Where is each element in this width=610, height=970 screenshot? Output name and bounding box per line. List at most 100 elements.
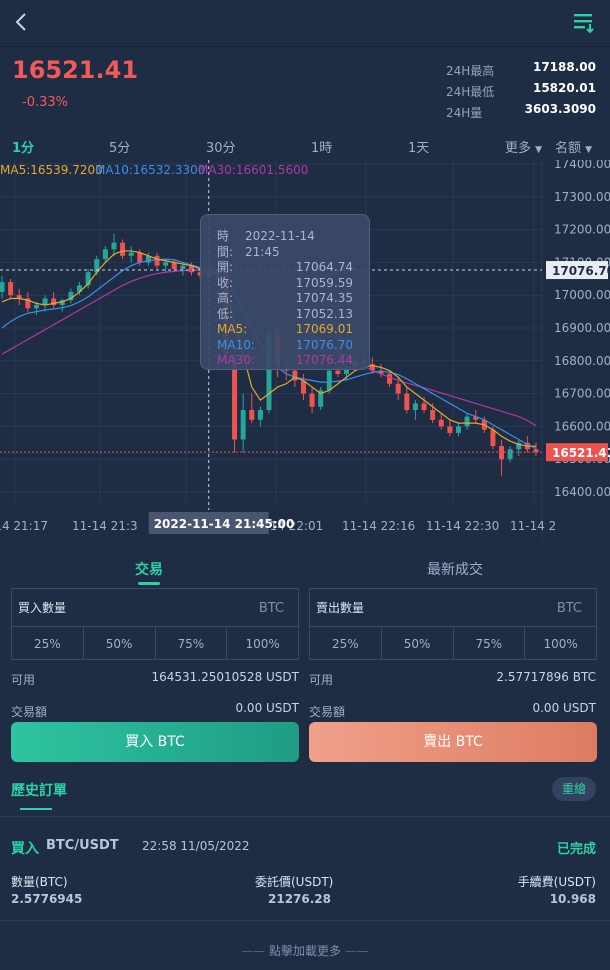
timeframe-5m[interactable]: 5分 bbox=[109, 137, 130, 156]
chevron-left-icon[interactable] bbox=[10, 10, 34, 34]
candle-body bbox=[102, 249, 108, 260]
tooltip-row: 開: 17064.74 bbox=[217, 260, 353, 276]
timeframe-1h[interactable]: 1時 bbox=[311, 137, 332, 156]
tooltip-key: 開: bbox=[217, 260, 234, 274]
last-price-label: 16521.41 bbox=[552, 446, 610, 460]
candle-body bbox=[257, 410, 263, 420]
timeframe-30m[interactable]: 30分 bbox=[206, 137, 236, 156]
caret-down-icon: ▼ bbox=[585, 145, 593, 155]
candle-body bbox=[404, 393, 410, 410]
candle-body bbox=[464, 416, 470, 427]
tab-trade-indicator bbox=[138, 582, 160, 585]
order-history-indicator bbox=[20, 808, 52, 810]
candle-body bbox=[395, 383, 401, 394]
candle-body bbox=[240, 410, 246, 440]
candle-body bbox=[326, 370, 332, 391]
candle-body bbox=[249, 410, 255, 420]
tooltip-key: 時間: bbox=[217, 229, 234, 259]
candle-body bbox=[171, 262, 177, 269]
order-history-title[interactable]: 歷史訂單 bbox=[11, 780, 67, 800]
tooltip-value: 17076.44 bbox=[295, 353, 353, 367]
sell-btc-button[interactable]: 賣出 BTC bbox=[309, 722, 597, 762]
candle-body bbox=[163, 262, 169, 266]
stat-label-low: 24H最低 bbox=[446, 85, 495, 99]
candle-body bbox=[8, 282, 14, 296]
candle-body bbox=[335, 370, 341, 374]
sell-percent-row: 25% 50% 75% 100% bbox=[310, 626, 596, 660]
y-tick-label: 16400.00 bbox=[554, 485, 610, 499]
candle-body bbox=[111, 242, 117, 250]
name-dropdown[interactable]: 名额 ▼ bbox=[555, 137, 592, 156]
candle-body bbox=[309, 393, 315, 407]
sell-amount-label: 交易額 bbox=[309, 705, 346, 719]
tooltip-row: MA10: 17076.70 bbox=[217, 338, 353, 354]
tooltip-value: 17074.35 bbox=[295, 291, 353, 305]
buy-available-label: 可用 bbox=[11, 673, 36, 687]
candle-body bbox=[137, 252, 143, 263]
tooltip-row: MA5: 17069.01 bbox=[217, 322, 353, 338]
buy-quantity-label: 買入數量 bbox=[18, 601, 67, 615]
candle-body bbox=[387, 373, 393, 384]
tooltip-key: 高: bbox=[217, 291, 234, 305]
tab-latest-trades[interactable]: 最新成交 bbox=[427, 559, 483, 579]
y-tick-label: 16700.00 bbox=[554, 387, 610, 401]
tooltip-value: 17069.01 bbox=[295, 322, 353, 336]
tooltip-key: 低: bbox=[217, 306, 234, 321]
candle-body bbox=[120, 242, 126, 256]
buy-btc-button[interactable]: 買入 BTC bbox=[11, 722, 299, 762]
tooltip-key: 收: bbox=[217, 275, 234, 290]
order-status: 已完成 bbox=[556, 842, 596, 857]
tooltip-row: 收: 17059.59 bbox=[217, 276, 353, 292]
dash-right: —— bbox=[344, 944, 369, 958]
candle-body bbox=[455, 426, 461, 433]
stat-label-volume: 24H量 bbox=[446, 106, 483, 120]
order-time: 22:58 11/05/2022 bbox=[142, 839, 250, 853]
buy-pct-100[interactable]: 100% bbox=[227, 627, 298, 660]
timeframe-1d[interactable]: 1天 bbox=[408, 137, 429, 156]
dash-left: —— bbox=[241, 944, 266, 958]
order-divider bbox=[0, 920, 610, 921]
header-divider bbox=[0, 46, 610, 47]
candle-body bbox=[430, 410, 436, 420]
sell-unit: BTC bbox=[556, 601, 582, 616]
more-dropdown[interactable]: 更多 ▼ bbox=[505, 137, 542, 156]
timeframe-1m[interactable]: 1分 bbox=[12, 137, 34, 156]
load-more-label: 點擊加載更多 bbox=[268, 944, 341, 958]
candle-body bbox=[507, 449, 513, 460]
sell-amount-value: 0.00 USDT bbox=[532, 701, 596, 715]
order-side: 買入 bbox=[11, 841, 39, 857]
sell-pct-75[interactable]: 75% bbox=[454, 627, 526, 660]
candle-body bbox=[412, 403, 418, 410]
tooltip-row: MA30: 17076.44 bbox=[217, 353, 353, 369]
x-tick-label: 11-14 21:3 bbox=[72, 519, 138, 533]
tooltip-value: 17059.59 bbox=[295, 275, 353, 290]
tooltip-value: 17064.74 bbox=[295, 260, 353, 274]
tab-trade[interactable]: 交易 bbox=[135, 559, 163, 579]
crosshair-price-label: 17076.70 bbox=[552, 264, 610, 278]
y-tick-label: 17400.00 bbox=[554, 160, 610, 171]
buy-percent-row: 25% 50% 75% 100% bbox=[12, 626, 298, 660]
candle-body bbox=[438, 419, 444, 427]
candle-body bbox=[447, 426, 453, 433]
x-tick-label: 11-14 2 bbox=[510, 519, 556, 533]
tooltip-row: 時間: 2022-11-14 21:45 bbox=[217, 229, 353, 260]
order-qty-label: 數量(BTC) bbox=[11, 875, 68, 889]
sell-pct-50[interactable]: 50% bbox=[382, 627, 454, 660]
candle-body bbox=[490, 429, 496, 447]
name-label: 名额 bbox=[555, 141, 582, 156]
sell-pct-25[interactable]: 25% bbox=[310, 627, 382, 660]
buy-pct-25[interactable]: 25% bbox=[12, 627, 84, 660]
load-more-button[interactable]: —— 點擊加載更多 —— bbox=[0, 942, 610, 959]
filter-list-icon[interactable] bbox=[572, 10, 596, 34]
stat-label-high: 24H最高 bbox=[446, 64, 495, 78]
candle-body bbox=[0, 282, 5, 292]
buy-pct-50[interactable]: 50% bbox=[84, 627, 156, 660]
stat-value-high: 17188.00 bbox=[532, 60, 596, 74]
buy-pct-75[interactable]: 75% bbox=[156, 627, 228, 660]
x-tick-label: -14 21:17 bbox=[0, 519, 48, 533]
sell-quantity-panel: 賣出數量 BTC 25% 50% 75% 100% bbox=[309, 588, 597, 660]
candle-tooltip: 時間: 2022-11-14 21:45 開: 17064.74 收: 17059.5… bbox=[200, 214, 370, 370]
reset-button[interactable]: 重繪 bbox=[552, 777, 596, 801]
price-change: -0.33% bbox=[22, 95, 68, 110]
sell-pct-100[interactable]: 100% bbox=[525, 627, 596, 660]
